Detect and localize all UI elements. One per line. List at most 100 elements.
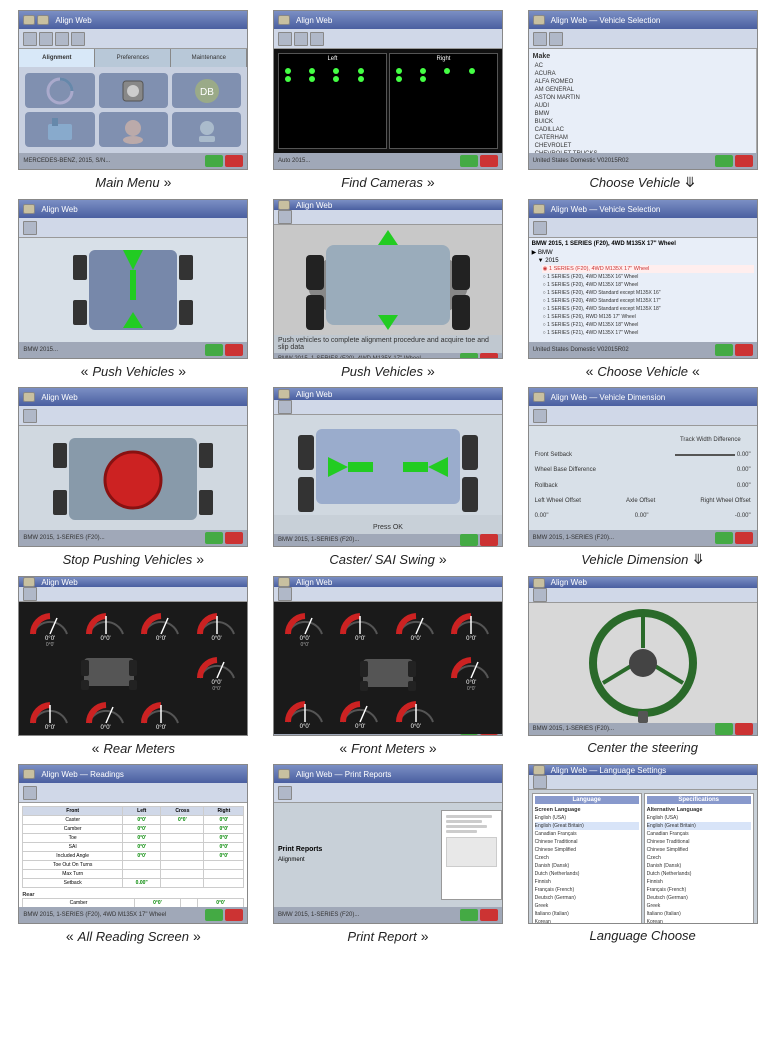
make-item-bmw[interactable]: BMW [533,110,752,118]
btn-cancel-ar[interactable] [225,909,243,921]
lang-alt-korean[interactable]: Korean [647,918,751,924]
lang-item-english-usa[interactable]: English (USA) [535,814,639,822]
cv2-item-3[interactable]: ○ 1 SERIES (F20), 4WD Standard except M1… [542,289,754,297]
label-main-menu: Main Menu [95,175,159,190]
lang-alt-czech[interactable]: Czech [647,854,751,862]
btn-ok-cv2[interactable] [715,344,733,356]
lang-alt-dutch[interactable]: Dutch (Netherlands) [647,870,751,878]
arrow-after-cv2: « [692,363,700,379]
lang-alt-italian[interactable]: Italiano (Italian) [647,910,751,918]
gauge-rl-1-sublabel: 0°0' [46,642,55,648]
lang-alt-finnish[interactable]: Finnish [647,878,751,886]
menu-icon-6[interactable] [172,112,241,147]
btn-cancel-pv2[interactable] [480,353,498,359]
make-item-alfa[interactable]: ALFA ROMEO [533,78,752,86]
menu-icon-4[interactable] [25,112,94,147]
lang-alt-chinese-simp[interactable]: Chinese Simplified [647,846,751,854]
cv2-year: ▼ 2015 [538,258,754,264]
cv2-item-2[interactable]: ○ 1 SERIES (F20), 4WD M135X 18" Wheel [542,281,754,289]
make-item-caterham[interactable]: CATERHAM [533,134,752,142]
lang-item-canadian-fr[interactable]: Canadian Français [535,830,639,838]
tool-cs-1 [533,588,547,602]
tool-rm-1 [23,587,37,601]
toolbar-rm [19,587,247,602]
cv2-item-1[interactable]: ○ 1 SERIES (F20), 4WD M135X 16" Wheel [542,273,754,281]
lang-item-french[interactable]: Français (French) [535,886,639,894]
btn-cancel-fm[interactable] [480,734,498,736]
pv1-content [19,238,247,342]
make-item-buick[interactable]: BUICK [533,118,752,126]
make-item-cadillac[interactable]: CADILLAC [533,126,752,134]
make-item-chevy[interactable]: CHEVROLET [533,142,752,150]
lang-item-dutch[interactable]: Dutch (Netherlands) [535,870,639,878]
btn-ok-rm[interactable] [205,735,223,736]
lang-item-danish[interactable]: Danish (Dansk) [535,862,639,870]
lang-item-german[interactable]: Deutsch (German) [535,894,639,902]
btn-cancel-caster[interactable] [480,534,498,546]
btn-cancel-vd[interactable] [735,532,753,544]
btn-ok-main[interactable] [205,155,223,167]
cv2-item-6[interactable]: ○ 1 SERIES (F26), RWD M135 17" Wheel [542,313,754,321]
lang-item-finnish[interactable]: Finnish [535,878,639,886]
gauge-rb-2: 0°0' [23,695,77,731]
make-item-aston[interactable]: ASTON MARTIN [533,94,752,102]
btn-cancel-cs[interactable] [735,723,753,735]
lang-alt-canadian-fr[interactable]: Canadian Français [647,830,751,838]
tab-maintenance[interactable]: Maintenance [171,49,247,67]
btn-ok-pv2[interactable] [460,353,478,359]
tab-alignment[interactable]: Alignment [19,49,95,67]
lang-alt-danish[interactable]: Danish (Dansk) [647,862,751,870]
lang-item-italian[interactable]: Italiano (Italian) [535,910,639,918]
btn-cancel-sp[interactable] [225,532,243,544]
btn-cancel-cv2[interactable] [735,344,753,356]
lang-alt-french[interactable]: Français (French) [647,886,751,894]
lang-item-english-gb[interactable]: English (Great Britain) [535,822,639,830]
tab-preferences[interactable]: Preferences [95,49,171,67]
menu-icon-2[interactable] [99,73,168,108]
btn-ok-pr[interactable] [460,909,478,921]
make-item-acura[interactable]: ACURA [533,70,752,78]
btn-ok-fm[interactable] [460,734,478,736]
menu-icon-1[interactable] [25,73,94,108]
btn-cancel-rm[interactable] [225,735,243,736]
lang-item-greek[interactable]: Greek [535,902,639,910]
lang-item-chinese-simp[interactable]: Chinese Simplified [535,846,639,854]
lang-item-czech[interactable]: Czech [535,854,639,862]
toolbar-main [19,29,247,49]
lang-alt-english-usa[interactable]: English (USA) [647,814,751,822]
btn-ok-ar[interactable] [205,909,223,921]
btn-cancel-pv1[interactable] [225,344,243,356]
btn-cancel-main[interactable] [225,155,243,167]
cv2-selected-item[interactable]: ◉ 1 SERIES (F20), 4WD M135X 17" Wheel [542,265,754,273]
btn-cancel-cam[interactable] [480,155,498,167]
lang-item-korean[interactable]: Korean [535,918,639,924]
dot-r2 [420,68,426,74]
btn-ok-sp[interactable] [205,532,223,544]
lang-alt-greek[interactable]: Greek [647,902,751,910]
make-item-ac[interactable]: AC [533,62,752,70]
btn-ok-vd[interactable] [715,532,733,544]
cv2-item-8[interactable]: ○ 1 SERIES (F21), 4WD M135X 17" Wheel [542,329,754,337]
menu-icon-3[interactable]: DB [172,73,241,108]
lang-alt-chinese-trad[interactable]: Chinese Traditional [647,838,751,846]
make-item-amg[interactable]: AM GENERAL [533,86,752,94]
btn-cancel-cv1[interactable] [735,155,753,167]
cv2-item-7[interactable]: ○ 1 SERIES (F21), 4WD M135X 18" Wheel [542,321,754,329]
cv2-item-4[interactable]: ○ 1 SERIES (F20), 4WD Standard except M1… [542,297,754,305]
btn-ok-pv1[interactable] [205,344,223,356]
arrow-before-rm: « [92,740,100,756]
lang-item-chinese-trad[interactable]: Chinese Traditional [535,838,639,846]
btn-ok-cam[interactable] [460,155,478,167]
cv2-item-5[interactable]: ○ 1 SERIES (F20), 4WD Standard except M1… [542,305,754,313]
btn-ok-caster[interactable] [460,534,478,546]
make-item-audi[interactable]: AUDI [533,102,752,110]
col-left: Left [123,807,161,816]
btn-ok-cs[interactable] [715,723,733,735]
lang-alt-header: Alternative Language [647,806,751,814]
btn-ok-cv1[interactable] [715,155,733,167]
lang-alt-english-gb[interactable]: English (Great Britain) [647,822,751,830]
cv2-bmw-header: ▶ BMW [532,249,754,256]
lang-alt-german[interactable]: Deutsch (German) [647,894,751,902]
btn-cancel-pr[interactable] [480,909,498,921]
menu-icon-5[interactable] [99,112,168,147]
